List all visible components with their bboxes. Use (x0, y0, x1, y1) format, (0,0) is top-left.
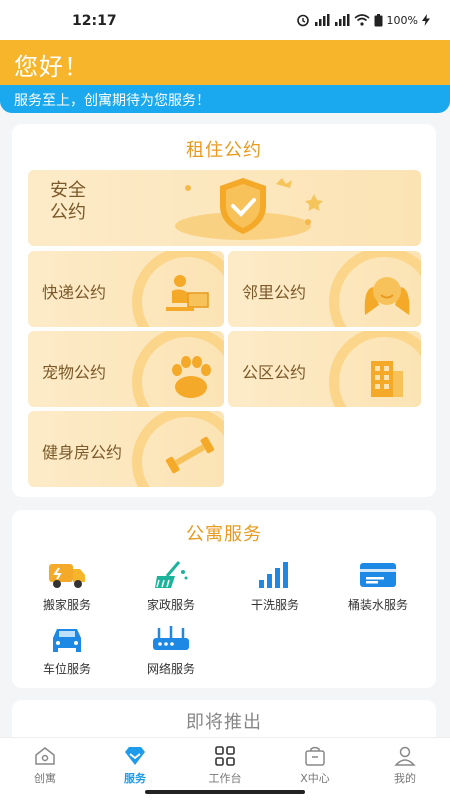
tab-home[interactable]: 创寓 (0, 746, 90, 786)
dumbbell-icon (165, 436, 215, 474)
diamond-icon (125, 747, 145, 765)
greeting-banner: 您好！ (0, 40, 450, 85)
bars-icon (259, 562, 288, 588)
truck-icon (49, 564, 85, 588)
dry-cleaning-service[interactable]: 干洗服务 (230, 560, 320, 613)
battery-percent: 100% (386, 13, 418, 27)
package-delivery-icon (166, 275, 209, 311)
moving-service[interactable]: 搬家服务 (22, 560, 112, 613)
bag-icon (305, 746, 325, 766)
dry-cleaning-service-label: 干洗服务 (250, 598, 299, 612)
apartment-services-card: 公寓服务 搬家服务 家政服务 干洗服务 桶装水服务 车位服务 网络服务 (12, 510, 436, 688)
status-time: 12:17 (72, 13, 117, 29)
housekeeping-service-label: 家政服务 (146, 598, 195, 612)
status-icons: 100% (296, 13, 430, 27)
status-bar: 12:17 100% (0, 0, 450, 40)
wifi-icon (354, 14, 370, 26)
tab-workbench[interactable]: 工作台 (180, 746, 270, 786)
signal-icon (314, 14, 330, 26)
neighbor-rules-tile[interactable]: 邻里公约 (228, 251, 421, 327)
router-icon (153, 626, 189, 650)
gym-rules-tile[interactable]: 健身房公约 (28, 411, 224, 487)
tagline-text: 服务至上，创寓期待为您服务！ (14, 93, 210, 109)
safety-rules-banner[interactable]: 安全 公约 (28, 170, 421, 246)
bottled-water-service[interactable]: 桶装水服务 (328, 560, 428, 613)
housekeeping-service[interactable]: 家政服务 (126, 560, 216, 613)
gym-rules-label: 健身房公约 (42, 443, 123, 462)
greeting-title: 您好！ (14, 53, 89, 81)
car-icon (53, 629, 81, 652)
tab-profile-label: 我的 (394, 772, 416, 785)
battery-icon (374, 13, 383, 26)
home-indicator[interactable] (145, 790, 305, 794)
bottled-water-service-label: 桶装水服务 (347, 598, 408, 612)
tab-workbench-label: 工作台 (208, 772, 242, 785)
tab-x-center-label: X中心 (300, 772, 330, 785)
apartment-services-title: 公寓服务 (186, 524, 262, 545)
public-area-rules-label: 公区公约 (242, 363, 307, 382)
charging-icon (422, 14, 430, 26)
pet-rules-tile[interactable]: 宠物公约 (28, 331, 224, 407)
alarm-icon (296, 14, 309, 27)
parking-service[interactable]: 车位服务 (22, 624, 112, 677)
tab-services-label: 服务 (124, 772, 146, 785)
water-card-icon (360, 563, 396, 587)
building-icon (371, 361, 403, 397)
tab-profile[interactable]: 我的 (360, 746, 450, 786)
neighbor-rules-label: 邻里公约 (242, 283, 307, 302)
coming-soon-title: 即将推出 (186, 712, 262, 733)
express-rules-tile[interactable]: 快递公约 (28, 251, 224, 327)
neighbor-icon (364, 277, 410, 315)
rental-rules-title: 租住公约 (186, 140, 262, 161)
broom-icon (155, 561, 188, 588)
grid-icon (215, 746, 235, 766)
express-rules-label: 快递公约 (42, 283, 107, 302)
home-icon (35, 747, 55, 765)
tab-x-center[interactable]: X中心 (270, 746, 360, 786)
public-area-rules-tile[interactable]: 公区公约 (228, 331, 421, 407)
rental-rules-card: 租住公约 安全 公约 快递公约 邻里公约 宠物公约 公区公约 健身房公约 (12, 124, 436, 497)
parking-service-label: 车位服务 (42, 662, 91, 676)
paw-icon (172, 356, 211, 398)
moving-service-label: 搬家服务 (42, 598, 91, 612)
tab-home-label: 创寓 (34, 772, 56, 785)
user-icon (394, 746, 416, 766)
network-service-label: 网络服务 (146, 662, 195, 676)
signal-icon-2 (334, 14, 350, 26)
tagline-bar: 服务至上，创寓期待为您服务！ (0, 85, 450, 113)
pet-rules-label: 宠物公约 (42, 363, 107, 382)
tab-services[interactable]: 服务 (90, 746, 180, 786)
network-service[interactable]: 网络服务 (126, 624, 216, 677)
safety-rules-label: 安全 公约 (50, 180, 86, 223)
shield-check-icon (175, 178, 323, 240)
